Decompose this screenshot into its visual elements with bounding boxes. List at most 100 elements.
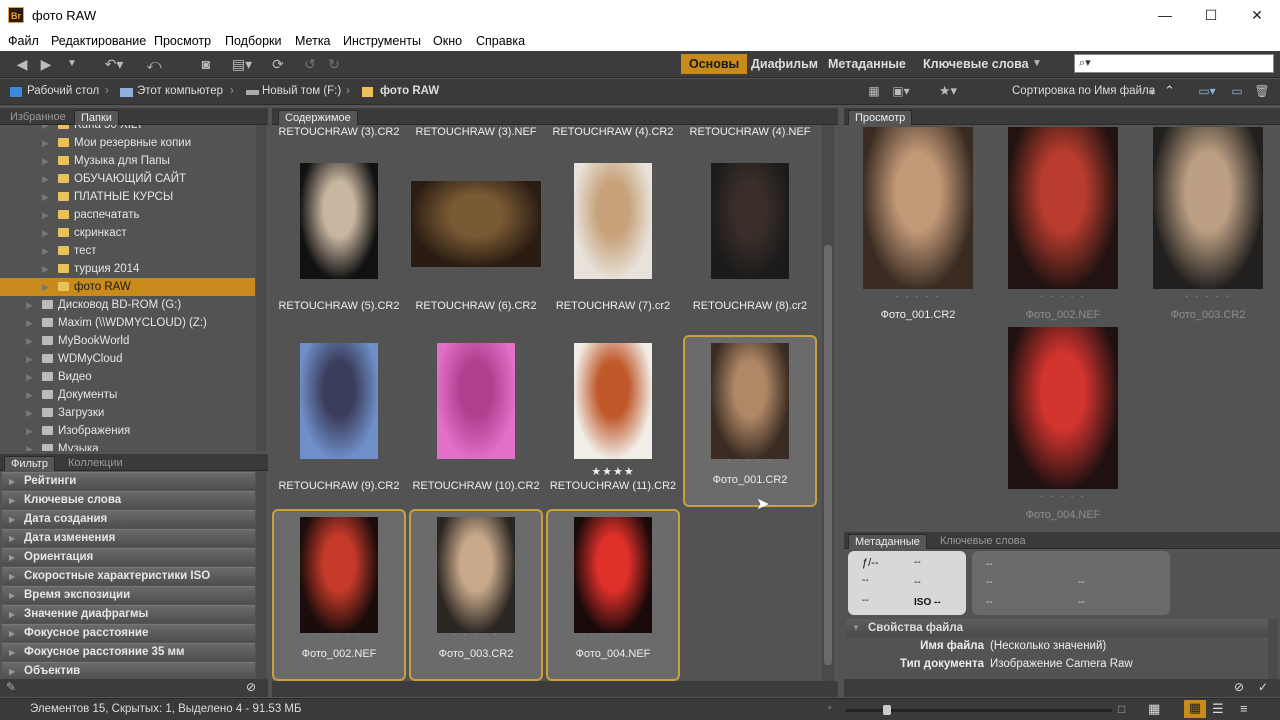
rating-stars[interactable]: · · · · · [411, 629, 541, 640]
thumbnail[interactable]: RETOUCHRAW (7).cr2 [546, 155, 680, 327]
filter-section[interactable]: ▶ Фокусное расстояние 35 мм [2, 643, 255, 661]
folder-item[interactable]: ▶ Maxim (\\WDMYCLOUD) (Z:) [0, 314, 255, 332]
rating-stars[interactable]: · · · · · [1144, 291, 1272, 302]
content-scrollbar[interactable] [822, 125, 834, 681]
thumbnail[interactable]: RETOUCHRAW (10).CR2 [409, 335, 543, 507]
folder-item[interactable]: ▶ Kuria 30 XILT [0, 125, 255, 134]
back-icon[interactable]: ◀ [12, 55, 32, 73]
thumbnail-view-icon[interactable]: ▦ [1184, 700, 1206, 718]
search-input[interactable]: ⌕▾ [1074, 54, 1274, 73]
zoom-out-icon[interactable]: ▫ [828, 703, 832, 714]
menu-window[interactable]: Окно [433, 34, 462, 48]
workspace-dropdown-icon[interactable]: ▼ [1030, 55, 1044, 73]
expand-arrow-icon[interactable]: ▶ [26, 422, 33, 440]
workspace-metadata[interactable]: Метаданные [820, 54, 914, 74]
rotate-right-icon[interactable]: ↻ [324, 55, 344, 73]
filter-scrollbar[interactable] [256, 471, 266, 679]
filter-section[interactable]: ▶ Ориентация [2, 548, 255, 566]
expand-arrow-icon[interactable]: ▶ [42, 125, 49, 134]
details-view-icon[interactable]: ☰ [1212, 701, 1224, 717]
folder-item[interactable]: ▶ MyBookWorld [0, 332, 255, 350]
folder-item[interactable]: ▶ Дисковод BD-ROM (G:) [0, 296, 255, 314]
rating-stars[interactable]: ★★★★ [546, 465, 680, 478]
breadcrumb-drive[interactable]: Новый том (F:) [262, 85, 341, 97]
folder-item[interactable]: ▶ Загрузки [0, 404, 255, 422]
forward-icon[interactable]: ▶ [36, 55, 56, 73]
thumbnail[interactable]: · · · · · Фото_001.CR2 [683, 335, 817, 507]
expand-arrow-icon[interactable]: ▶ [42, 170, 49, 188]
folders-scrollbar[interactable] [256, 125, 266, 451]
expand-arrow-icon[interactable]: ▶ [26, 368, 33, 386]
menu-stacks[interactable]: Подборки [225, 34, 281, 48]
workspace-filmstrip[interactable]: Диафильм [743, 54, 826, 74]
folder-item[interactable]: ▶ Видео [0, 368, 255, 386]
minimize-button[interactable]: — [1142, 0, 1188, 31]
thumbnail[interactable]: RETOUCHRAW (8).cr2 [683, 155, 817, 327]
expand-arrow-icon[interactable]: ▶ [42, 224, 49, 242]
expand-arrow-icon[interactable]: ▶ [42, 278, 49, 296]
tab-collections[interactable]: Коллекции [62, 456, 129, 471]
expand-arrow-icon[interactable]: ▶ [42, 134, 49, 152]
preview-item[interactable]: · · · · · Фото_002.NEF [999, 127, 1127, 323]
star-filter-icon[interactable]: ★▾ [933, 82, 963, 100]
menu-file[interactable]: Файл [8, 34, 39, 48]
history-dropdown-icon[interactable]: ▼ [64, 55, 80, 73]
folder-item[interactable]: ▶ Мои резервные копии [0, 134, 255, 152]
filter-section[interactable]: ▶ Рейтинги [2, 472, 255, 490]
filter-section[interactable]: ▶ Время экспозиции [2, 586, 255, 604]
expand-arrow-icon[interactable]: ▶ [26, 404, 33, 422]
zoom-slider-thumb[interactable] [883, 705, 891, 715]
return-icon[interactable]: ↶▾ [100, 55, 128, 73]
menu-help[interactable]: Справка [476, 34, 525, 48]
folder-item[interactable]: ▶ фото RAW [0, 278, 255, 296]
expand-arrow-icon[interactable]: ▶ [42, 242, 49, 260]
filter-section[interactable]: ▶ Дата создания [2, 510, 255, 528]
open-camera-raw-icon[interactable]: ⟳ [268, 55, 288, 73]
zoom-slider[interactable] [846, 705, 1112, 715]
folder-item[interactable]: ▶ ОБУЧАЮЩИЙ САЙТ [0, 170, 255, 188]
tab-filter[interactable]: Фильтр [4, 456, 55, 471]
breadcrumb-desktop[interactable]: Рабочий стол [27, 85, 99, 97]
trash-icon[interactable]: 🗑 [1254, 82, 1270, 100]
folder-item[interactable]: ▶ WDMyCloud [0, 350, 255, 368]
rating-stars[interactable]: · · · · · [854, 291, 982, 302]
rotate-left-icon[interactable]: ↺ [300, 55, 320, 73]
expand-arrow-icon[interactable]: ▶ [42, 260, 49, 278]
thumbnail[interactable]: · · · · · Фото_003.CR2 [409, 509, 543, 681]
menu-view[interactable]: Просмотр [154, 34, 211, 48]
tab-metadata[interactable]: Метаданные [848, 534, 927, 549]
tab-folders[interactable]: Папки [74, 110, 119, 125]
expand-arrow-icon[interactable]: ▶ [26, 296, 33, 314]
folder-item[interactable]: ▶ Изображения [0, 422, 255, 440]
thumbnail[interactable]: RETOUCHRAW (5).CR2 [272, 155, 406, 327]
workspace-keywords[interactable]: Ключевые слова [915, 54, 1037, 74]
tab-favorites[interactable]: Избранное [4, 110, 72, 125]
content-scrollbar-thumb[interactable] [824, 245, 832, 665]
rating-stars[interactable]: · · · · · [999, 291, 1127, 302]
metadata-scrollbar[interactable] [1268, 619, 1278, 679]
tab-content[interactable]: Содержимое [278, 110, 358, 125]
expand-arrow-icon[interactable]: ▶ [42, 206, 49, 224]
rating-stars[interactable]: · · · · · [999, 491, 1127, 502]
folder-item[interactable]: ▶ турция 2014 [0, 260, 255, 278]
filter-section[interactable]: ▶ Значение диафрагмы [2, 605, 255, 623]
expand-arrow-icon[interactable]: ▶ [26, 314, 33, 332]
maximize-button[interactable]: ☐ [1188, 0, 1234, 31]
rating-stars[interactable]: · · · · · [685, 455, 815, 466]
filter-section[interactable]: ▶ Скоростные характеристики ISO [2, 567, 255, 585]
cancel-icon[interactable]: ⊘ [1234, 680, 1244, 694]
camera-icon[interactable]: ◙ [194, 55, 218, 73]
expand-arrow-icon[interactable]: ▶ [26, 350, 33, 368]
expand-arrow-icon[interactable]: ▶ [26, 440, 33, 451]
quality-icon[interactable]: ▦ [866, 82, 882, 100]
folder-item[interactable]: ▶ ПЛАТНЫЕ КУРСЫ [0, 188, 255, 206]
folder-item[interactable]: ▶ тест [0, 242, 255, 260]
menu-edit[interactable]: Редактирование [51, 34, 146, 48]
thumbnail[interactable]: · · · · · Фото_004.NEF [546, 509, 680, 681]
expand-arrow-icon[interactable]: ▶ [26, 386, 33, 404]
new-folder-icon[interactable]: ▭ [1228, 82, 1246, 100]
menu-tools[interactable]: Инструменты [343, 34, 421, 48]
filter-section[interactable]: ▶ Фокусное расстояние [2, 624, 255, 642]
tab-preview[interactable]: Просмотр [848, 110, 913, 125]
apply-check-icon[interactable]: ✓ [1258, 680, 1268, 694]
